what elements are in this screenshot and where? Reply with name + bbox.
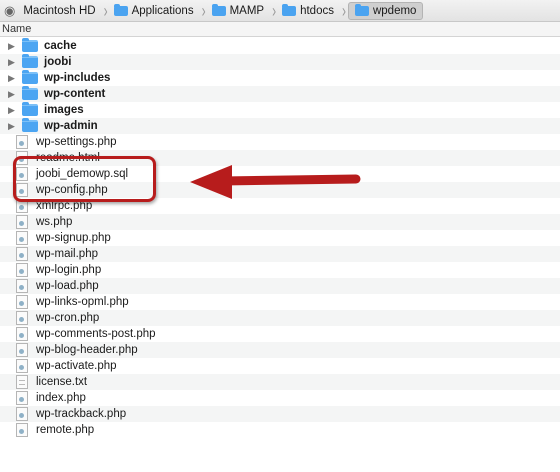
annotation-arrow	[190, 165, 361, 199]
